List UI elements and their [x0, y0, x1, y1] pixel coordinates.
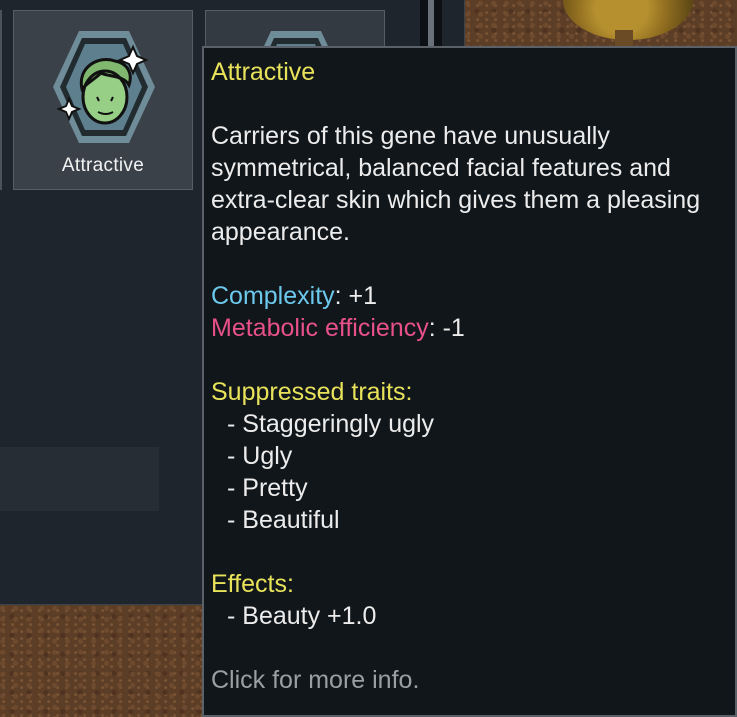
gene-card-label: Attractive — [61, 155, 145, 176]
complexity-value: : +1 — [334, 282, 378, 310]
gene-tooltip: Attractive Carriers of this gene have un… — [202, 46, 737, 717]
metabolic-row: Metabolic efficiency: -1 — [211, 312, 729, 344]
suppressed-trait: - Beautiful — [227, 506, 340, 534]
panel-divider — [420, 0, 442, 48]
gene-card-edge — [0, 10, 2, 190]
metabolic-label: Metabolic efficiency — [211, 314, 429, 342]
complexity-label: Complexity — [211, 282, 335, 310]
gene-card-attractive[interactable]: Attractive — [13, 10, 193, 190]
suppressed-traits-heading: Suppressed traits: — [211, 378, 413, 406]
effect-item: - Beauty +1.0 — [227, 602, 377, 630]
suppressed-trait: - Staggeringly ugly — [227, 410, 435, 438]
empty-slot — [0, 447, 159, 511]
tooltip-footer: Click for more info. — [211, 666, 420, 694]
tooltip-title: Attractive — [211, 58, 316, 86]
tooltip-description: Carriers of this gene have unusually sym… — [211, 122, 701, 246]
metabolic-value: : -1 — [428, 314, 465, 342]
suppressed-trait: - Ugly — [227, 442, 293, 470]
attractive-face-icon — [53, 31, 155, 143]
complexity-row: Complexity: +1 — [211, 280, 729, 312]
suppressed-trait: - Pretty — [227, 474, 308, 502]
effects-heading: Effects: — [211, 570, 294, 598]
